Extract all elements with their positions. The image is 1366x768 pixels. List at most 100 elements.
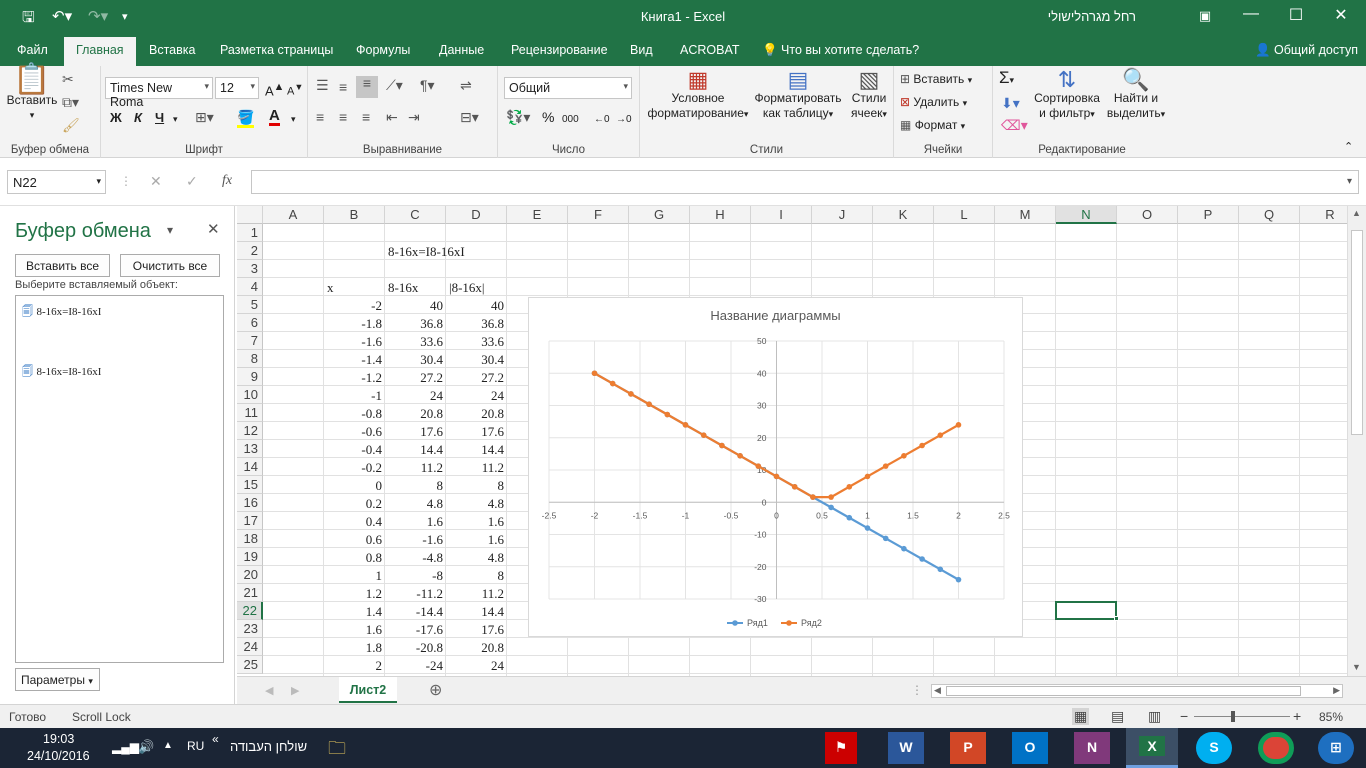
collapse-ribbon-icon[interactable]: ⌃ (1344, 140, 1353, 155)
cell-c18[interactable]: -1.6 (388, 530, 443, 548)
cell-c16[interactable]: 4.8 (388, 494, 443, 512)
normal-view-icon[interactable]: ▦ (1072, 708, 1090, 725)
cell-c6[interactable]: 36.8 (388, 314, 443, 332)
cell-c22[interactable]: -14.4 (388, 602, 443, 620)
row-header[interactable]: 4 (237, 278, 263, 296)
sheet-prev-icon[interactable]: ◀ (265, 684, 273, 697)
powerpoint-taskbar-icon[interactable]: P (950, 732, 986, 764)
cell-b16[interactable]: 0.2 (327, 494, 382, 512)
column-header[interactable]: O (1117, 206, 1178, 224)
tab-insert[interactable]: Вставка (149, 43, 195, 57)
word-taskbar-icon[interactable]: W (888, 732, 924, 764)
chrome-taskbar-icon[interactable] (1258, 732, 1294, 764)
cut-icon[interactable]: ✂ (62, 72, 74, 88)
currency-icon[interactable]: 💱▾ (506, 110, 530, 126)
column-header[interactable]: K (873, 206, 934, 224)
column-header[interactable]: H (690, 206, 751, 224)
row-header[interactable]: 1 (237, 224, 263, 242)
cell-c10[interactable]: 24 (388, 386, 443, 404)
tray-expand-icon[interactable]: ▲ (163, 740, 173, 751)
delete-cells-button[interactable]: ⊠ Удалить ▾ (900, 95, 967, 111)
sort-filter-button[interactable]: ⇅ Сортировка и фильтр▾ (1031, 69, 1103, 122)
align-left-icon[interactable]: ≡ (316, 110, 324, 126)
row-header[interactable]: 14 (237, 458, 263, 476)
cell-d5[interactable]: 40 (449, 296, 504, 314)
column-header[interactable]: A (263, 206, 324, 224)
column-header[interactable]: I (751, 206, 812, 224)
format-cells-button[interactable]: ▦ Формат ▾ (900, 118, 965, 134)
scroll-thumb[interactable] (1351, 230, 1363, 435)
zoom-slider[interactable] (1194, 716, 1290, 717)
clear-icon[interactable]: ⌫▾ (1001, 118, 1028, 134)
orientation-icon[interactable]: ⟋▾ (386, 78, 403, 94)
tab-acrobat[interactable]: ACROBAT (680, 43, 740, 57)
cell-d6[interactable]: 36.8 (449, 314, 504, 332)
pane-options-icon[interactable]: ▾ (167, 223, 173, 237)
column-header[interactable]: Q (1239, 206, 1300, 224)
cell-c14[interactable]: 11.2 (388, 458, 443, 476)
row-header[interactable]: 24 (237, 638, 263, 656)
format-painter-icon[interactable]: 🖌 (62, 118, 80, 134)
cell-d22[interactable]: 14.4 (449, 602, 504, 620)
row-header[interactable]: 9 (237, 368, 263, 386)
cell-b20[interactable]: 1 (327, 566, 383, 584)
row-header[interactable]: 22 (237, 602, 263, 620)
row-header[interactable]: 13 (237, 440, 263, 458)
skype-taskbar-icon[interactable]: S (1196, 732, 1232, 764)
enter-icon[interactable]: ✓ (186, 173, 198, 190)
cell-c8[interactable]: 30.4 (388, 350, 443, 368)
align-middle-icon[interactable]: ≡ (339, 80, 347, 96)
cell-b11[interactable]: -0.8 (327, 404, 382, 422)
row-header[interactable]: 15 (237, 476, 263, 494)
cell-b25[interactable]: 2 (327, 656, 383, 674)
row-header[interactable]: 8 (237, 350, 263, 368)
underline-button[interactable]: Ч (155, 110, 164, 125)
tab-review[interactable]: Рецензирование (511, 43, 608, 57)
page-layout-view-icon[interactable]: ▤ (1111, 708, 1124, 725)
row-header[interactable]: 5 (237, 296, 263, 314)
cell-b22[interactable]: 1.4 (327, 602, 382, 620)
scroll-left-icon[interactable]: ◀ (934, 685, 941, 696)
cell-b17[interactable]: 0.4 (327, 512, 382, 530)
underline-dropdown-icon[interactable]: ▾ (173, 112, 178, 127)
font-name-combo[interactable]: Times New Roma ▾ (105, 77, 213, 109)
cell-b14[interactable]: -0.2 (327, 458, 382, 476)
outlook-taskbar-icon[interactable]: O (1012, 732, 1048, 764)
zoom-slider-thumb[interactable] (1231, 711, 1235, 722)
cell-c24[interactable]: -20.8 (388, 638, 443, 656)
increase-indent-icon[interactable]: ⇥ (408, 110, 420, 126)
select-all-corner[interactable] (237, 206, 263, 224)
align-bottom-icon[interactable]: ≡ (356, 76, 378, 98)
row-header[interactable]: 10 (237, 386, 263, 404)
cell-c4[interactable]: 8-16x (388, 278, 443, 296)
language-indicator[interactable]: RU (187, 739, 204, 753)
tab-page-layout[interactable]: Разметка страницы (220, 43, 333, 57)
borders-icon[interactable]: ⊞▾ (195, 110, 214, 126)
ribbon-display-icon[interactable]: ▣ (1194, 8, 1216, 24)
expand-formula-icon[interactable]: ▾ (1347, 176, 1352, 187)
cell-c12[interactable]: 17.6 (388, 422, 443, 440)
row-header[interactable]: 18 (237, 530, 263, 548)
row-header[interactable]: 6 (237, 314, 263, 332)
scroll-down-icon[interactable]: ▼ (1352, 662, 1361, 672)
name-box[interactable]: N22 ▾ (7, 170, 106, 194)
align-top-icon[interactable]: ☰ (316, 78, 329, 94)
wrap-text-icon[interactable]: ⇌ (460, 78, 472, 94)
find-select-button[interactable]: 🔍 Найти и выделить▾ (1105, 69, 1167, 122)
cell-c21[interactable]: -11.2 (388, 584, 443, 602)
cell-c17[interactable]: 1.6 (388, 512, 443, 530)
paste-all-button[interactable]: Вставить все (15, 254, 110, 277)
row-header[interactable]: 21 (237, 584, 263, 602)
row-header[interactable]: 3 (237, 260, 263, 278)
cell-b21[interactable]: 1.2 (327, 584, 382, 602)
cell-b24[interactable]: 1.8 (327, 638, 382, 656)
copy-icon[interactable]: ⧉▾ (62, 95, 79, 111)
column-header[interactable]: R (1300, 206, 1347, 224)
spreadsheet-grid[interactable]: A B C D E F G H I J K L M N O P Q R 1 2 3 4 5 6 7 8 9 10 11 12 13 14 15 1… (237, 206, 1347, 676)
volume-icon[interactable]: 🔊 (138, 739, 154, 755)
tab-file[interactable]: Файл (17, 43, 48, 57)
scroll-right-icon[interactable]: ▶ (1333, 685, 1340, 696)
percent-button[interactable]: % (542, 110, 554, 125)
cell-c13[interactable]: 14.4 (388, 440, 443, 458)
column-header[interactable]: D (446, 206, 507, 224)
